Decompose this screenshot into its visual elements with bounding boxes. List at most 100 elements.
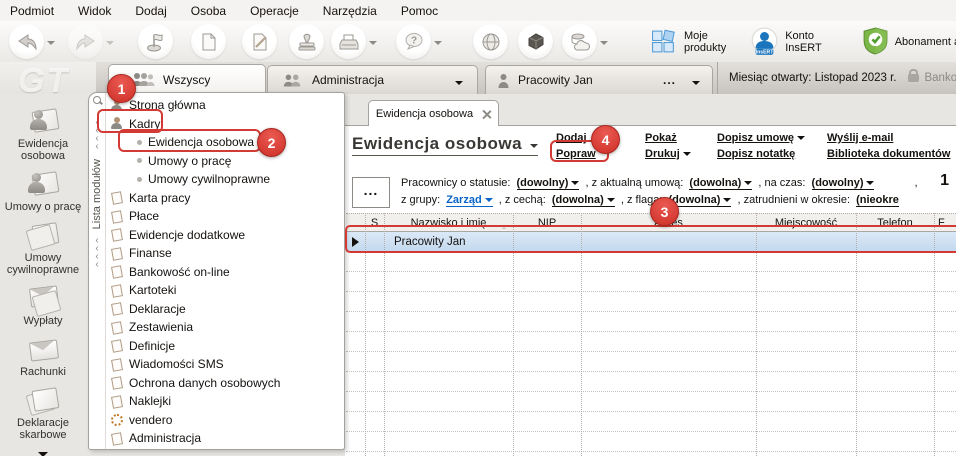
new-document-button[interactable]	[191, 24, 226, 59]
title-dropdown-icon[interactable]	[530, 144, 539, 152]
table-empty-row[interactable]	[346, 432, 956, 452]
tree-item-finanse[interactable]: Finanse	[106, 244, 344, 263]
table-empty-row[interactable]	[346, 272, 956, 292]
filter-grupa-dropdown[interactable]: Zarząd	[446, 194, 493, 207]
tree-item-karta-pracy[interactable]: Karta pracy	[106, 189, 344, 208]
table-empty-row[interactable]	[346, 252, 956, 272]
menu-podmiot[interactable]: Podmiot	[10, 4, 54, 18]
tree-item-naklejki[interactable]: Naklejki	[106, 392, 344, 411]
table-empty-row[interactable]	[346, 372, 956, 392]
tree-item-kartoteki[interactable]: Kartoteki	[106, 281, 344, 300]
tree-item-ewidencje-dodatkowe[interactable]: Ewidencje dodatkowe	[106, 226, 344, 245]
cloud-button[interactable]	[562, 24, 597, 59]
col-s[interactable]: S	[365, 217, 384, 229]
tree-item-umowy-o-prace[interactable]: Umowy o pracę	[106, 152, 344, 171]
module-umowy-o-prace[interactable]: Umowy o pracę	[0, 171, 86, 213]
edit-document-button[interactable]	[242, 24, 277, 59]
abonament-status[interactable]: Abonament aktywny	[862, 27, 956, 56]
bankowosc-fragment[interactable]: Bankow	[924, 72, 956, 84]
moje-produkty-button[interactable]: Moje produkty	[650, 28, 726, 55]
konto-insert-button[interactable]: InsERT Konto InsERT	[750, 27, 822, 56]
col-f[interactable]: F	[934, 217, 956, 229]
print-button[interactable]	[331, 24, 366, 59]
table-empty-row[interactable]	[346, 312, 956, 332]
menu-operacje[interactable]: Operacje	[250, 4, 299, 18]
tree-item-strona-glowna[interactable]: Strona główna	[106, 96, 344, 115]
drukuj-link[interactable]: Drukuj	[645, 148, 691, 160]
tab-pracowity-jan[interactable]: Pracowity Jan ...	[485, 65, 713, 94]
menu-pomoc[interactable]: Pomoc	[401, 4, 438, 18]
filter-na-czas-dropdown[interactable]: (dowolny)	[811, 177, 875, 190]
tree-item-administracja[interactable]: Administracja	[106, 429, 344, 448]
table-empty-row[interactable]	[346, 412, 956, 432]
filter-status-dropdown[interactable]: (dowolny)	[516, 177, 580, 190]
col-adres[interactable]: Adres	[581, 217, 756, 229]
cube-button[interactable]	[518, 24, 553, 59]
table-empty-row[interactable]	[346, 332, 956, 352]
module-deklaracje-skarbowe[interactable]: Deklaracje skarbowe	[0, 387, 86, 441]
tab-administracja[interactable]: Administracja	[267, 65, 478, 94]
module-wyplaty[interactable]: Wypłaty	[0, 285, 86, 327]
pokaz-link[interactable]: Pokaż	[645, 132, 691, 144]
lista-modulow-strip[interactable]: Lista modułów	[89, 93, 106, 449]
tab-ellipsis[interactable]: ...	[663, 73, 676, 87]
menu-dodaj[interactable]: Dodaj	[135, 4, 166, 18]
close-icon[interactable]	[482, 109, 491, 118]
biblioteka-dokumentow-link[interactable]: Biblioteka dokumentów	[827, 148, 950, 160]
menu-osoba[interactable]: Osoba	[191, 4, 226, 18]
filter-umowa-dropdown[interactable]: (dowolna)	[689, 177, 753, 190]
help-dropdown-icon[interactable]	[434, 40, 442, 49]
col-nip[interactable]: NIP	[513, 217, 581, 229]
table-empty-row[interactable]	[346, 452, 956, 456]
table-empty-row[interactable]	[346, 392, 956, 412]
tree-item-ochrona-danych[interactable]: Ochrona danych osobowych	[106, 374, 344, 393]
module-ewidencja-osobowa[interactable]: Ewidencja osobowa	[0, 108, 86, 162]
content-area: Ewidencja osobowa Ewidencja osobowa Doda…	[345, 94, 956, 456]
more-modules-icon[interactable]	[38, 452, 48, 456]
module-umowy-cywilnoprawne[interactable]: Umowy cywilnoprawne	[0, 222, 86, 276]
menu-narzedzia[interactable]: Narzędzia	[323, 4, 377, 18]
tab-wszyscy[interactable]: Wszyscy	[108, 64, 266, 94]
tree-item-wiadomosci-sms[interactable]: Wiadomości SMS	[106, 355, 344, 374]
cloud-dropdown-icon[interactable]	[600, 40, 608, 49]
back-dropdown-icon[interactable]	[47, 40, 55, 49]
wyslij-email-link[interactable]: Wyślij e-mail	[827, 132, 950, 144]
filter-cecha-dropdown[interactable]: (dowolna)	[551, 194, 615, 207]
menu-widok[interactable]: Widok	[78, 4, 111, 18]
tree-item-place[interactable]: Płace	[106, 207, 344, 226]
globe-button[interactable]	[473, 24, 508, 59]
more-filters-button[interactable]: ...	[352, 177, 390, 208]
tree-item-vendero[interactable]: vendero	[106, 411, 344, 430]
page-title[interactable]: Ewidencja osobowa	[352, 134, 539, 156]
tree-item-kadry[interactable]: Kadry	[106, 115, 344, 134]
table-empty-row[interactable]	[346, 352, 956, 372]
tree-item-zestawienia[interactable]: Zestawienia	[106, 318, 344, 337]
content-tab-ewidencja-osobowa[interactable]: Ewidencja osobowa	[368, 100, 499, 126]
table-empty-row[interactable]	[346, 292, 956, 312]
col-telefon[interactable]: Telefon	[856, 217, 934, 229]
forward-button[interactable]	[68, 24, 103, 59]
tree-item-bankowosc-on-line[interactable]: Bankowość on-line	[106, 263, 344, 282]
chevron-down-icon[interactable]	[455, 81, 463, 89]
print-dropdown-icon[interactable]	[369, 40, 377, 49]
chevron-down-icon[interactable]	[692, 81, 700, 89]
tree-item-definicje[interactable]: Definicje	[106, 337, 344, 356]
tree-item-umowy-cywilnoprawne[interactable]: Umowy cywilnoprawne	[106, 170, 344, 189]
col-miejscowosc[interactable]: Miejscowość	[756, 217, 856, 229]
filter-flaga-dropdown[interactable]: (dowolna)	[668, 194, 732, 207]
tree-item-deklaracje[interactable]: Deklaracje	[106, 300, 344, 319]
table-row-selected[interactable]: Pracowity Jan	[346, 232, 956, 252]
module-rachunki[interactable]: Rachunki	[0, 336, 86, 378]
dopisz-notatke-link[interactable]: Dopisz notatkę	[717, 148, 805, 160]
flag-button[interactable]	[138, 24, 173, 59]
help-button[interactable]: ?	[396, 24, 431, 59]
tree-item-ewidencja-osobowa[interactable]: Ewidencja osobowa	[106, 133, 344, 152]
dopisz-umowe-link[interactable]: Dopisz umowę	[717, 132, 806, 144]
popraw-link[interactable]: Popraw	[556, 148, 596, 160]
dodaj-link[interactable]: Dodaj	[556, 132, 596, 144]
back-button[interactable]	[9, 24, 44, 59]
stamp-button[interactable]	[289, 24, 324, 59]
filter-okres-dropdown[interactable]: (nieokre	[856, 194, 899, 207]
tab-wszyscy-label: Wszyscy	[163, 72, 211, 87]
col-nazwisko[interactable]: Nazwisko i imię	[384, 217, 513, 229]
